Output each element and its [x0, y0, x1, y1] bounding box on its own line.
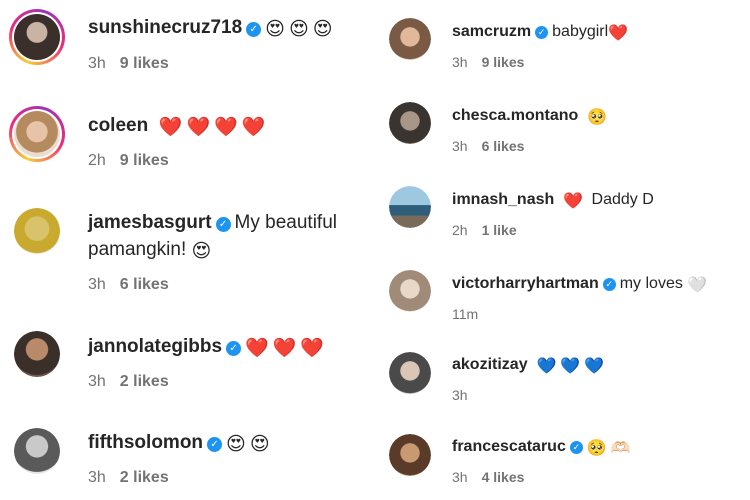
comment-text: Daddy D: [591, 191, 654, 208]
comment-meta: 3h 6 likes: [452, 138, 524, 154]
heart-emoji: ❤️: [158, 117, 183, 138]
heart-hands-emoji: 🫶🏻: [610, 440, 631, 457]
comment-time: 2h: [452, 222, 468, 238]
avatar[interactable]: [389, 102, 431, 144]
heart-emoji: ❤️: [563, 193, 584, 210]
avatar[interactable]: [9, 9, 65, 65]
comment-text: My beautiful: [234, 212, 337, 233]
comment-username[interactable]: samcruzm: [452, 23, 531, 40]
avatar[interactable]: [389, 352, 431, 394]
avatar[interactable]: [389, 270, 431, 312]
comment-meta: 3h 9 likes: [452, 54, 524, 70]
avatar[interactable]: [14, 208, 60, 254]
avatar[interactable]: [14, 428, 60, 474]
likes-count[interactable]: 9 likes: [120, 55, 169, 72]
verified-badge-icon: ✓: [535, 26, 549, 39]
heart-emoji: ❤️: [245, 338, 269, 359]
comment-time: 2h: [88, 152, 106, 169]
heart-eyes-emoji: 😍: [249, 434, 270, 455]
comment-text: babygirl: [552, 23, 609, 40]
avatar[interactable]: [389, 434, 431, 476]
likes-count[interactable]: 4 likes: [482, 469, 525, 485]
comment-username[interactable]: jannolategibbs: [88, 336, 222, 357]
comment-meta: 3h 4 likes: [452, 469, 524, 485]
likes-count[interactable]: 2 likes: [120, 373, 169, 390]
heart-emoji: ❤️: [241, 117, 266, 138]
verified-badge-icon: ✓: [602, 278, 616, 291]
comment-time: 3h: [452, 54, 468, 70]
likes-count[interactable]: 6 likes: [120, 276, 169, 293]
white-heart-emoji: 🤍: [687, 277, 708, 294]
likes-count[interactable]: 1 like: [482, 222, 517, 238]
heart-emoji: ❤️: [186, 117, 211, 138]
comment-time: 3h: [452, 469, 468, 485]
comment-time: 3h: [88, 373, 106, 390]
likes-count[interactable]: 9 likes: [482, 54, 525, 70]
comment-meta: 3h 9 likes: [88, 55, 169, 73]
comment-meta: 11m: [452, 306, 478, 322]
comment-username[interactable]: jamesbasgurt: [88, 212, 212, 233]
comment-time: 3h: [88, 469, 106, 486]
heart-eyes-emoji: 😍: [312, 19, 333, 40]
comment-username[interactable]: sunshinecruz718: [88, 17, 242, 38]
comment-text: my loves: [619, 275, 683, 292]
heart-eyes-emoji: 😍: [265, 19, 285, 40]
comment-meta: 3h: [452, 387, 468, 403]
comment-username[interactable]: chesca.montano: [452, 107, 578, 124]
likes-count[interactable]: 6 likes: [482, 138, 525, 154]
heart-emoji: ❤️: [608, 25, 629, 42]
likes-count[interactable]: 2 likes: [120, 469, 169, 486]
likes-count[interactable]: 9 likes: [120, 152, 169, 169]
verified-badge-icon: ✓: [226, 341, 242, 356]
blue-heart-emoji: 💙: [560, 358, 581, 375]
avatar[interactable]: [389, 18, 431, 60]
verified-badge-icon: ✓: [207, 437, 223, 452]
comment-meta: 3h 6 likes: [88, 276, 169, 294]
comment-username[interactable]: victorharryhartman: [452, 275, 599, 292]
comment-time: 3h: [452, 138, 468, 154]
comment-username[interactable]: francescataruc: [452, 438, 566, 455]
pleading-face-emoji: 🥺: [587, 109, 608, 126]
heart-eyes-emoji: 😍: [288, 19, 309, 40]
heart-eyes-emoji: 😍: [226, 434, 246, 455]
heart-emoji: ❤️: [272, 338, 297, 359]
comment-username[interactable]: coleen: [88, 115, 148, 136]
verified-badge-icon: ✓: [246, 22, 262, 37]
avatar[interactable]: [389, 186, 431, 228]
comment-meta: 2h 9 likes: [88, 152, 169, 170]
comment-meta: 3h 2 likes: [88, 469, 169, 487]
comment-username[interactable]: imnash_nash: [452, 191, 554, 208]
comment-time: 3h: [452, 387, 468, 403]
comment-username[interactable]: fifthsolomon: [88, 432, 203, 453]
avatar[interactable]: [14, 331, 60, 377]
verified-badge-icon: ✓: [569, 441, 583, 454]
blue-heart-emoji: 💙: [584, 358, 605, 375]
comment-meta: 3h 2 likes: [88, 373, 169, 391]
comment-time: 3h: [88, 55, 106, 72]
blue-heart-emoji: 💙: [536, 358, 557, 375]
comment-username[interactable]: akozitizay: [452, 356, 528, 373]
avatar[interactable]: [9, 106, 65, 162]
verified-badge-icon: ✓: [215, 217, 231, 232]
comment-time: 11m: [452, 306, 479, 322]
comment-text-continued: pamangkin!: [88, 239, 187, 260]
heart-eyes-emoji: 😍: [191, 241, 212, 262]
heart-emoji: ❤️: [214, 117, 238, 138]
heart-emoji: ❤️: [300, 338, 325, 359]
comment-time: 3h: [88, 276, 106, 293]
pleading-face-emoji: 🥺: [586, 440, 607, 457]
comment-meta: 2h 1 like: [452, 222, 517, 238]
